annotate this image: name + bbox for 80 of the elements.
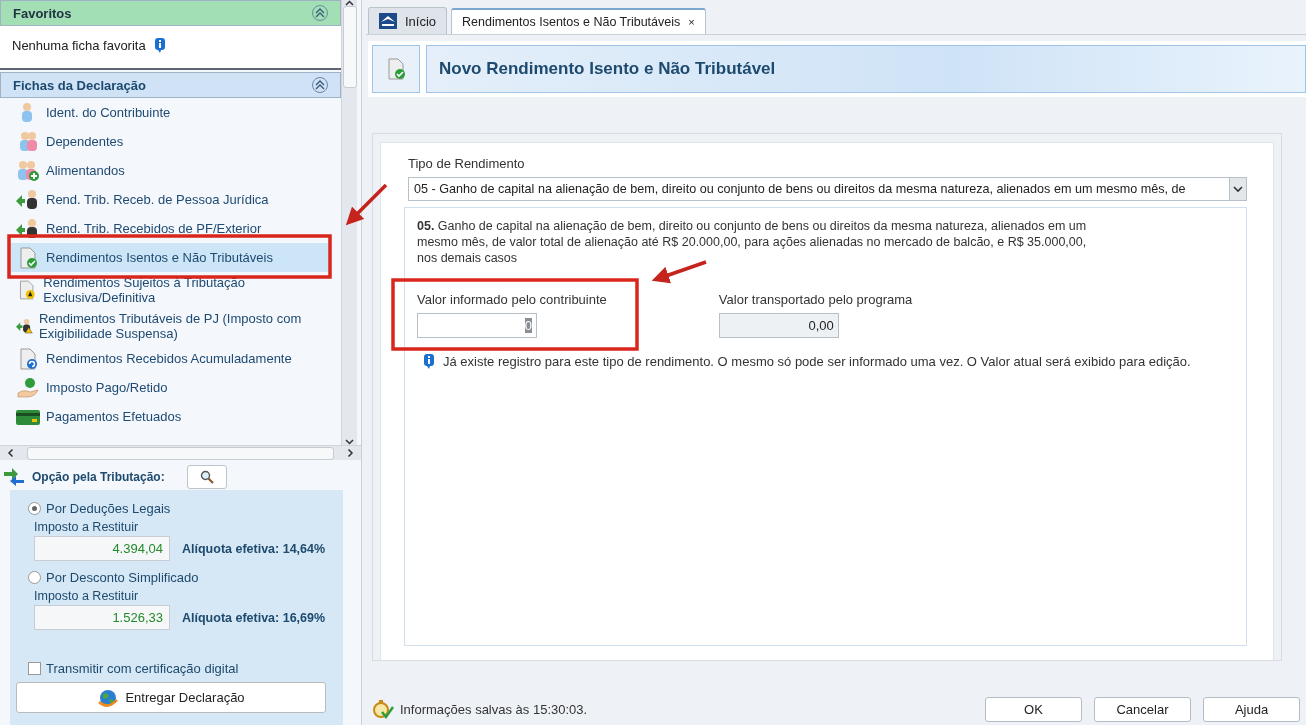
chevron-down-icon [1233, 185, 1243, 193]
sidebar-item[interactable]: Dependentes [10, 127, 331, 156]
sidebar-item[interactable]: Ident. do Contribuinte [10, 98, 331, 127]
scrollbar-thumb[interactable] [27, 446, 334, 460]
tab[interactable]: Início [368, 7, 448, 34]
amount-field: 4.394,04 [34, 536, 170, 561]
search-icon [199, 470, 214, 484]
scroll-up-icon[interactable] [345, 0, 354, 6]
radio-button[interactable] [28, 570, 41, 584]
sidebar-item[interactable]: Pagamentos Efetuados [10, 402, 331, 431]
sidebar-item-label: Rendimentos Isentos e Não Tributáveis [46, 250, 273, 265]
swap-arrows-icon [4, 468, 24, 486]
tab-label: Início [405, 13, 437, 29]
people-add-icon [16, 159, 40, 182]
globe-icon [97, 687, 120, 708]
sidebar-item-label: Ident. do Contribuinte [46, 105, 171, 120]
dialog-button[interactable]: OK [985, 696, 1082, 722]
radio-button[interactable] [28, 501, 41, 515]
home-logo-icon [379, 13, 397, 29]
sidebar-item[interactable]: Imposto Pago/Retido [10, 373, 331, 402]
income-type-dropdown[interactable]: 05 - Ganho de capital na alienação de bem, direito ou conjunto de bens ou direitos da mesma natureza, alienados em um mesmo mês, de [408, 177, 1247, 201]
notice-text: Já existe registro para este tipo de rendimento. O mesmo só pode ser informado uma vez. O Valor atual será exibido para edição. [443, 354, 1191, 369]
info-icon [423, 354, 435, 369]
horizontal-scrollbar[interactable] [0, 445, 361, 460]
sidebar-item-label: Rendimentos Tributáveis de PJ (Imposto com Exigibilidade Suspensa) [38, 311, 303, 341]
amount-label: Imposto a Restituir [34, 589, 140, 603]
sidebar-item[interactable]: Rend. Trib. Recebidos de PF/Exterior [10, 214, 331, 243]
rate-text: Alíquota efetiva: 16,69% [182, 610, 326, 625]
sidebar-item[interactable]: Rendimentos Sujeitos à Tributação Exclusiva/Definitiva [10, 272, 331, 308]
field-label: Valor informado pelo contribuinte [417, 292, 607, 307]
vertical-scrollbar[interactable] [341, 0, 357, 445]
submit-button[interactable]: Entregar Declaração [16, 682, 326, 713]
dialog-button[interactable]: Cancelar [1094, 696, 1191, 722]
scroll-left-icon[interactable] [7, 448, 14, 458]
sidebar-item-label: Dependentes [46, 134, 124, 149]
arrow-person-icon [16, 188, 40, 211]
checkbox-label: Transmitir com certificação digital [46, 660, 239, 676]
field-label: Valor transportado pelo programa [718, 292, 913, 307]
annotation-arrow [651, 260, 707, 284]
info-icon [153, 38, 166, 53]
tax-option-title: Opção pela Tributação: [32, 470, 165, 484]
empty-favorites-text: Nenhuma ficha favorita [12, 38, 146, 55]
favorites-title: Favoritos [13, 5, 72, 21]
search-button[interactable] [186, 465, 227, 489]
fichas-header[interactable]: Fichas da Declaração [0, 72, 341, 98]
status-text: Informações salvas às 15:30:03. [400, 701, 589, 717]
checkbox[interactable] [28, 661, 41, 675]
tab[interactable]: Rendimentos Isentos e Não Tributáveis × [451, 8, 706, 34]
sidebar-item-label: Rend. Trib. Receb. de Pessoa Jurídica [46, 192, 269, 207]
sidebar-item[interactable]: Rendimentos Isentos e Não Tributáveis [10, 243, 331, 272]
page-title: Novo Rendimento Isento e Não Tributável [439, 59, 776, 79]
favorites-header[interactable]: Favoritos [0, 0, 341, 26]
sidebar-item-label: Rend. Trib. Recebidos de PF/Exterior [46, 221, 262, 236]
sidebar-item[interactable]: Rendimentos Tributáveis de PJ (Imposto com Exigibilidade Suspensa) [10, 308, 331, 344]
fichas-title: Fichas da Declaração [13, 77, 146, 93]
income-type-description: 05. Ganho de capital na alienação de bem, direito ou conjunto de bens ou direitos da mesma natureza, alienados em um mesmo mês, de valor total de alienação até R$ 20.000,00, para ações alienadas no mercado de balcão, e R$ 35.000,00, nos demais casos [417, 218, 1088, 266]
sidebar-item-label: Rendimentos Sujeitos à Tributação Exclusiva/Definitiva [43, 275, 246, 305]
sidebar-item[interactable]: Rend. Trib. Receb. de Pessoa Jurídica [10, 185, 331, 214]
sidebar-item[interactable]: Rendimentos Recebidos Acumuladamente [10, 344, 331, 373]
close-icon[interactable]: × [688, 16, 695, 28]
money-hand-icon [16, 376, 40, 399]
rate-text: Alíquota efetiva: 14,64% [182, 541, 326, 556]
sidebar-item-label: Imposto Pago/Retido [46, 380, 168, 395]
scroll-right-icon[interactable] [347, 448, 354, 458]
tab-label: Rendimentos Isentos e Não Tributáveis [462, 15, 681, 29]
amount-field: 1.526,33 [34, 605, 170, 630]
stopwatch-check-icon [372, 698, 394, 720]
dialog-button[interactable]: Ajuda [1203, 696, 1300, 722]
value-field: 0,00 [718, 313, 839, 338]
radio-label: Por Desconto Simplificado [46, 569, 199, 585]
sidebar-item-label: Rendimentos Recebidos Acumuladamente [46, 351, 292, 366]
sidebar-item-label: Pagamentos Efetuados [46, 409, 182, 424]
sidebar-item[interactable]: Alimentandos [10, 156, 331, 185]
amount-label: Imposto a Restituir [34, 520, 140, 534]
radio-label: Por Deduções Legais [46, 500, 171, 516]
annotation-arrow [345, 183, 388, 226]
sidebar-item-label: Alimentandos [46, 163, 125, 178]
scroll-down-icon[interactable] [345, 439, 354, 445]
field-label: Tipo de Rendimento [408, 156, 526, 171]
scrollbar-thumb[interactable] [342, 6, 357, 88]
